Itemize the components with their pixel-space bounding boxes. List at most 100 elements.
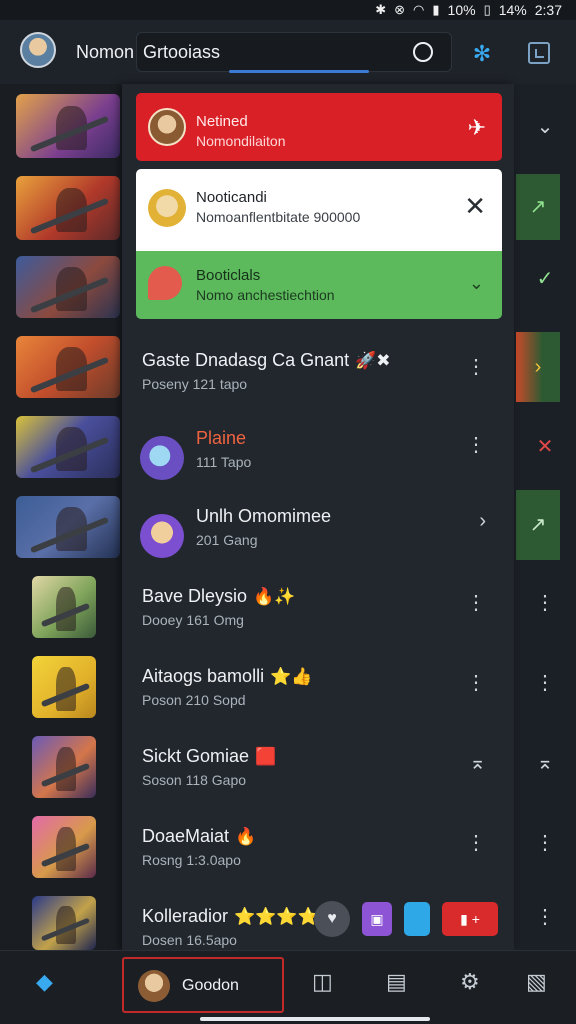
- item-subtitle: Poseny 121 tapo: [142, 376, 248, 392]
- more-options-icon[interactable]: ⋮: [466, 670, 486, 695]
- collapse-icon[interactable]: ⌅: [514, 750, 576, 775]
- avatar[interactable]: [20, 32, 56, 68]
- game-thumbnail[interactable]: [16, 496, 120, 558]
- search-text: Grtooiass: [143, 42, 221, 62]
- item-subtitle: Dosen 16.5apo: [142, 932, 237, 948]
- list-item[interactable]: Plaine 111 Tapo ⋮: [122, 418, 514, 498]
- more-options-icon[interactable]: ⋮: [466, 830, 486, 855]
- item-title: Kolleradior: [142, 906, 229, 926]
- collapse-icon[interactable]: ⌅: [469, 750, 486, 775]
- pin-icon[interactable]: ✈: [468, 115, 486, 141]
- nav-label: Goodon: [182, 977, 239, 994]
- arrow-right-icon[interactable]: ›: [516, 332, 560, 402]
- notification-subtitle: Nomoanflentbitate 900000: [196, 209, 361, 225]
- more-options-icon[interactable]: ⋮: [466, 590, 486, 615]
- signal-icon: ▮: [432, 2, 440, 17]
- game-thumbnail[interactable]: [16, 416, 120, 478]
- notification-title: Netined: [196, 113, 248, 130]
- mute-icon: ⊗: [394, 2, 406, 17]
- notification-subtitle: Nomondilaiton: [196, 133, 286, 149]
- status-bar: ✱ ⊗ ◠ ▮ 10% ▯ 14% 2:37: [0, 0, 576, 20]
- home-indicator: [200, 1017, 430, 1021]
- list-item[interactable]: Bave Dleysio 🔥✨ Dooey 161 Omg ⋮: [122, 576, 514, 656]
- battery-icon: ▯: [483, 2, 491, 17]
- game-thumbnail[interactable]: [32, 736, 96, 798]
- game-thumbnail[interactable]: [16, 176, 120, 240]
- item-emoji: ⭐⭐⭐⭐: [234, 907, 319, 926]
- notification-title: Booticlals: [196, 267, 261, 284]
- search-input[interactable]: Grtooiass: [136, 32, 452, 73]
- columns-icon[interactable]: ◫: [312, 969, 333, 995]
- search-focus-indicator: [229, 70, 369, 73]
- more-options-icon[interactable]: ⋮: [466, 354, 486, 379]
- more-options-icon[interactable]: ⋮: [514, 590, 576, 615]
- item-subtitle: Soson 118 Gapo: [142, 772, 247, 788]
- expand-icon[interactable]: ↗: [516, 174, 560, 240]
- settings-icon[interactable]: ✻: [470, 42, 494, 66]
- app-header: Nomon Grtooiass ✻: [0, 20, 576, 84]
- search-icon[interactable]: [413, 42, 433, 62]
- list-item[interactable]: Gaste Dnadasg Ca Gnant 🚀✖ Poseny 121 tapo…: [122, 340, 514, 420]
- notification-icon: [148, 266, 182, 300]
- list-item[interactable]: DoaeMaiat 🔥 Rosng 1:3.0apo ⋮: [122, 816, 514, 896]
- item-subtitle: Poson 210 Sopd: [142, 692, 246, 708]
- game-thumbnail[interactable]: [16, 336, 120, 398]
- add-button[interactable]: ▮ +: [442, 902, 498, 936]
- heart-icon[interactable]: ♥: [314, 901, 350, 937]
- item-emoji: 🔥: [235, 827, 257, 846]
- notification-title: Nooticandi: [196, 189, 267, 206]
- item-subtitle: 111 Tapo: [196, 454, 252, 470]
- list-item[interactable]: Unlh Omomimee 201 Gang ›: [122, 496, 514, 576]
- list-item[interactable]: Aitaogs bamolli ⭐👍 Poson 210 Sopd ⋮: [122, 656, 514, 736]
- expand-icon[interactable]: ↗: [516, 490, 560, 560]
- nav-item-profile[interactable]: Goodon: [122, 957, 284, 1013]
- chevron-right-icon[interactable]: ›: [479, 510, 486, 533]
- item-emoji: 🚀✖: [355, 351, 391, 370]
- list-item[interactable]: Sickt Gomiae 🟥 Soson 118 Gapo ⌅: [122, 736, 514, 816]
- clock: 2:37: [534, 2, 562, 18]
- layers-icon[interactable]: ◆: [36, 969, 53, 995]
- close-icon[interactable]: ✕: [464, 191, 486, 222]
- check-icon[interactable]: ✓: [514, 266, 576, 291]
- more-options-icon[interactable]: ⋮: [466, 432, 486, 457]
- item-title: Plaine: [196, 428, 247, 448]
- notification-card[interactable]: Netined Nomondilaiton ✈: [136, 93, 502, 161]
- item-subtitle: Rosng 1:3.0apo: [142, 852, 241, 868]
- item-emoji: ⭐👍: [270, 667, 313, 686]
- game-thumbnail[interactable]: [32, 656, 96, 718]
- game-thumbnail[interactable]: [32, 816, 96, 878]
- notification-panel: Netined Nomondilaiton ✈ Nooticandi Nomoa…: [122, 84, 514, 950]
- notification-avatar: [148, 189, 186, 227]
- battery-percent-2: 14%: [498, 2, 527, 18]
- item-emoji: 🔥✨: [253, 587, 296, 606]
- wifi-icon: ◠: [413, 2, 425, 17]
- notification-card[interactable]: Nooticandi Nomoanflentbitate 900000 ✕: [136, 169, 502, 251]
- thumbnail-column: [0, 84, 124, 950]
- notification-subtitle: Nomo anchestiechtion: [196, 287, 335, 303]
- quick-actions: ♥ ▣ ▮ +: [314, 900, 498, 938]
- game-thumbnail[interactable]: [16, 256, 120, 318]
- item-subtitle: Dooey 161 Omg: [142, 612, 244, 628]
- minimize-icon[interactable]: [528, 42, 550, 64]
- item-title: Unlh Omomimee: [196, 506, 332, 526]
- more-options-icon[interactable]: ⋮: [514, 670, 576, 695]
- item-subtitle: 201 Gang: [196, 532, 258, 548]
- more-options-icon[interactable]: ⋮: [514, 904, 576, 929]
- item-title: Sickt Gomiae: [142, 746, 250, 766]
- avatar: [138, 970, 170, 1002]
- settings-icon[interactable]: ⚙: [460, 969, 480, 995]
- item-title: Gaste Dnadasg Ca Gnant: [142, 350, 350, 370]
- game-thumbnail[interactable]: [32, 896, 96, 950]
- bluetooth-icon: ✱: [375, 2, 387, 17]
- clipboard-icon[interactable]: ▧: [526, 969, 547, 995]
- photo-icon[interactable]: ▣: [362, 902, 392, 936]
- game-thumbnail[interactable]: [32, 576, 96, 638]
- chevron-down-icon[interactable]: ⌄: [469, 273, 484, 294]
- notification-card[interactable]: Booticlals Nomo anchestiechtion ⌄: [136, 251, 502, 319]
- chat-icon[interactable]: ▤: [386, 969, 407, 995]
- chevron-down-icon[interactable]: ⌄: [514, 114, 576, 139]
- game-thumbnail[interactable]: [16, 94, 120, 158]
- close-icon[interactable]: ✕: [514, 434, 576, 459]
- more-options-icon[interactable]: ⋮: [514, 830, 576, 855]
- blue-action-button[interactable]: [404, 902, 430, 936]
